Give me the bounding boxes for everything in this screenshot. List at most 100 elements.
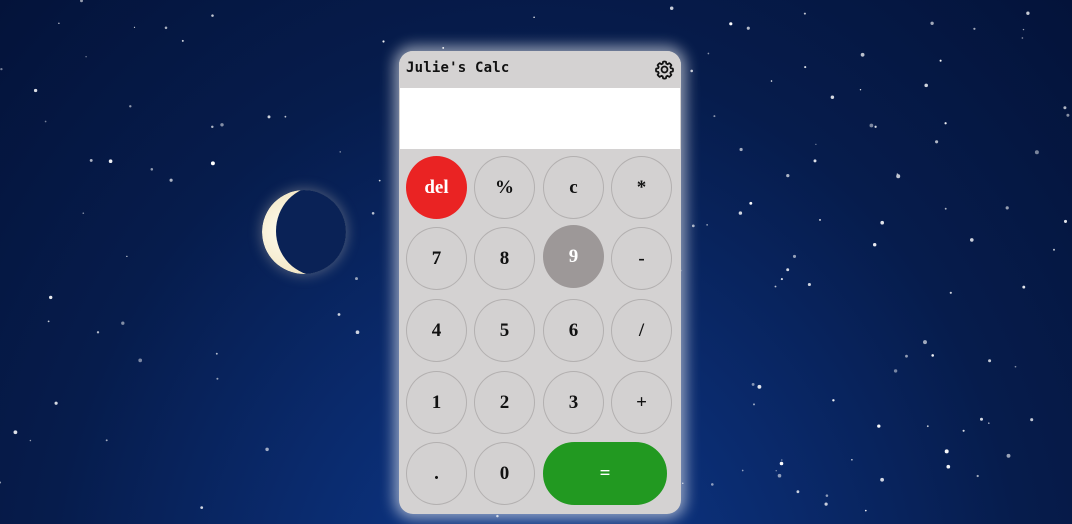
star bbox=[1026, 11, 1030, 15]
star bbox=[944, 207, 947, 210]
plus-button[interactable]: + bbox=[611, 371, 672, 434]
star bbox=[729, 22, 733, 26]
digit-4-button[interactable]: 4 bbox=[406, 299, 467, 362]
star bbox=[169, 178, 173, 182]
star bbox=[786, 268, 790, 272]
star bbox=[738, 211, 743, 215]
minus-button[interactable]: - bbox=[611, 227, 672, 290]
calculator-title: Julie's Calc bbox=[406, 60, 510, 76]
star bbox=[962, 429, 965, 432]
equals-button[interactable]: = bbox=[543, 442, 667, 505]
decimal-button[interactable]: . bbox=[406, 442, 467, 505]
star bbox=[267, 115, 271, 119]
star bbox=[265, 447, 269, 452]
star bbox=[1006, 453, 1011, 458]
star bbox=[33, 88, 38, 93]
star bbox=[382, 40, 385, 43]
star bbox=[804, 66, 807, 69]
star bbox=[682, 482, 684, 484]
star bbox=[944, 449, 949, 454]
star bbox=[138, 358, 143, 363]
star bbox=[905, 354, 908, 358]
star bbox=[872, 242, 877, 247]
star bbox=[1014, 365, 1017, 368]
digit-7-button[interactable]: 7 bbox=[406, 227, 467, 290]
star bbox=[284, 115, 287, 118]
star bbox=[29, 439, 32, 442]
star bbox=[690, 69, 693, 73]
star bbox=[749, 201, 753, 205]
percent-button[interactable]: % bbox=[474, 156, 535, 219]
digit-6-button[interactable]: 6 bbox=[543, 299, 604, 362]
star bbox=[1005, 206, 1009, 210]
star bbox=[860, 52, 865, 57]
star bbox=[371, 212, 375, 215]
star bbox=[775, 470, 777, 472]
star bbox=[355, 277, 358, 281]
star bbox=[777, 473, 782, 478]
star bbox=[939, 59, 942, 62]
star bbox=[96, 331, 100, 334]
star bbox=[869, 123, 874, 128]
digit-0-button[interactable]: 0 bbox=[474, 442, 535, 505]
star bbox=[969, 238, 974, 242]
digit-3-button[interactable]: 3 bbox=[543, 371, 604, 434]
star bbox=[0, 481, 2, 484]
star bbox=[0, 67, 3, 71]
star bbox=[874, 125, 877, 128]
star bbox=[877, 424, 881, 428]
star bbox=[211, 125, 214, 129]
star bbox=[859, 89, 862, 91]
star bbox=[880, 220, 885, 225]
star bbox=[751, 382, 755, 386]
star bbox=[691, 224, 695, 228]
star bbox=[378, 179, 381, 182]
star bbox=[533, 16, 535, 18]
star bbox=[864, 509, 867, 512]
star bbox=[757, 384, 762, 389]
star bbox=[1066, 113, 1070, 117]
star bbox=[713, 115, 716, 118]
digit-9-button[interactable]: 9 bbox=[543, 225, 604, 288]
star bbox=[796, 490, 800, 494]
star bbox=[133, 26, 136, 28]
star bbox=[496, 514, 499, 518]
digit-1-button[interactable]: 1 bbox=[406, 371, 467, 434]
digit-8-button[interactable]: 8 bbox=[474, 227, 535, 290]
star bbox=[215, 352, 218, 355]
star bbox=[85, 55, 87, 58]
star bbox=[707, 52, 710, 55]
star bbox=[980, 417, 983, 421]
star bbox=[825, 494, 829, 497]
star bbox=[774, 285, 777, 288]
calculator-display bbox=[400, 88, 680, 149]
star bbox=[82, 212, 85, 215]
delete-button[interactable]: del bbox=[406, 156, 467, 219]
gear-icon[interactable] bbox=[654, 59, 675, 80]
clear-button[interactable]: c bbox=[543, 156, 604, 219]
star bbox=[216, 377, 219, 380]
divide-button[interactable]: / bbox=[611, 299, 672, 362]
digit-5-button[interactable]: 5 bbox=[474, 299, 535, 362]
multiply-button[interactable]: * bbox=[611, 156, 672, 219]
star bbox=[1053, 248, 1055, 251]
star bbox=[54, 401, 58, 405]
star bbox=[973, 27, 976, 30]
star bbox=[946, 464, 951, 469]
star bbox=[150, 168, 154, 171]
star bbox=[926, 425, 929, 428]
star bbox=[1030, 418, 1034, 422]
digit-2-button[interactable]: 2 bbox=[474, 371, 535, 434]
star bbox=[930, 21, 934, 25]
star bbox=[442, 46, 445, 49]
star bbox=[976, 474, 979, 478]
star bbox=[949, 291, 952, 294]
calculator-widget: Julie's Calc del % c * 7 8 9 - 4 5 6 / 1… bbox=[399, 51, 681, 514]
star bbox=[200, 506, 204, 509]
star bbox=[830, 95, 835, 99]
star bbox=[815, 143, 817, 145]
star bbox=[1021, 37, 1024, 39]
star bbox=[739, 147, 743, 152]
star bbox=[935, 140, 939, 144]
star bbox=[1034, 150, 1039, 155]
